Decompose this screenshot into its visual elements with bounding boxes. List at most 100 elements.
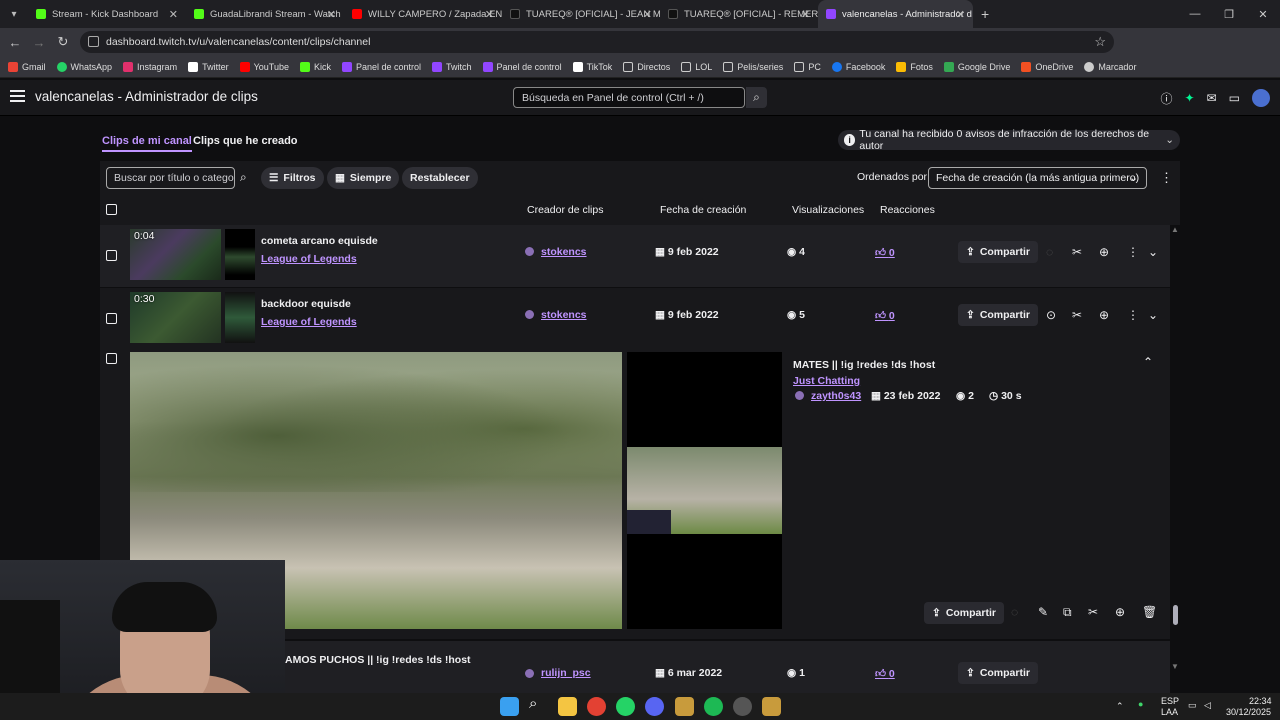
clock-date[interactable]: 30/12/2025 bbox=[1226, 707, 1271, 717]
start-icon[interactable] bbox=[500, 697, 519, 716]
clip-category-link[interactable]: Just Chatting bbox=[793, 375, 860, 387]
reset-button[interactable]: Restablecer bbox=[402, 167, 478, 189]
clip-reactions[interactable]: 👍︎ 0 bbox=[875, 309, 895, 322]
bookmark-panel-1[interactable]: Panel de control bbox=[341, 61, 421, 72]
column-date[interactable]: Fecha de creación bbox=[660, 204, 746, 216]
clip-reactions[interactable]: 👍︎ 0 bbox=[875, 246, 895, 259]
chevron-up-icon[interactable]: ⌃ bbox=[1143, 355, 1153, 369]
scissors-icon[interactable]: ✂ bbox=[1088, 605, 1098, 619]
date-range-button[interactable]: ▦ Siempre bbox=[327, 167, 400, 189]
tab-tuareq-1[interactable]: TUAREQ® [OFICIAL] - JEAN M ✕ bbox=[502, 0, 660, 28]
table-row[interactable]: 0:04 cometa arcano equisde League of Leg… bbox=[100, 225, 1170, 287]
bookmark-whatsapp[interactable]: WhatsApp bbox=[56, 61, 112, 72]
sort-select[interactable]: Fecha de creación (la más antigua primer… bbox=[928, 167, 1147, 189]
edit-pen-icon[interactable]: ✎ bbox=[1038, 605, 1048, 619]
more-options-icon[interactable]: ⋮ bbox=[1127, 308, 1139, 322]
bookmark-fotos[interactable]: Fotos bbox=[896, 61, 933, 72]
minimize-icon[interactable]: — bbox=[1178, 0, 1212, 28]
search-icon[interactable]: ⌕ bbox=[746, 87, 767, 108]
tab-kick-dashboard[interactable]: Stream - Kick Dashboard ✕ bbox=[28, 0, 186, 28]
bookmark-tiktok[interactable]: TikTok bbox=[572, 61, 612, 72]
clip-reactions[interactable]: 👍︎ 0 bbox=[875, 667, 895, 680]
site-info-icon[interactable] bbox=[88, 36, 99, 47]
bookmark-kick[interactable]: Kick bbox=[299, 61, 331, 72]
share-button[interactable]: ⇪ Compartir bbox=[924, 602, 1004, 624]
scrollbar-thumb[interactable] bbox=[1173, 605, 1178, 625]
url-field[interactable]: dashboard.twitch.tv/u/valencanelas/conte… bbox=[80, 31, 1114, 53]
more-options-icon[interactable]: ⋮ bbox=[1127, 245, 1139, 259]
whatsapp-icon[interactable] bbox=[616, 697, 635, 716]
back-icon[interactable]: ← bbox=[3, 35, 27, 50]
share-button[interactable]: ⇪ Compartir bbox=[958, 241, 1038, 263]
forward-icon[interactable]: → bbox=[27, 35, 51, 50]
search-icon[interactable]: ⌕ bbox=[240, 170, 247, 185]
close-icon[interactable]: ✕ bbox=[643, 8, 652, 21]
filters-button[interactable]: ☰ Filtros bbox=[261, 167, 324, 189]
bookmark-panel-2[interactable]: Panel de control bbox=[482, 61, 562, 72]
mail-icon[interactable]: ✉ bbox=[1207, 91, 1217, 105]
steam-icon[interactable] bbox=[733, 697, 752, 716]
clip-creator-link[interactable]: stokencs bbox=[541, 246, 587, 258]
tab-youtube[interactable]: WILLY CAMPERO / Zapada EN ✕ bbox=[344, 0, 502, 28]
more-options-icon[interactable]: ⋮ bbox=[1160, 170, 1173, 186]
bookmark-folder-directos[interactable]: Directos bbox=[623, 61, 670, 72]
chevron-down-icon[interactable]: ⌄ bbox=[1148, 308, 1158, 322]
clip-thumbnail-vertical[interactable] bbox=[225, 292, 255, 343]
select-all-checkbox[interactable] bbox=[106, 204, 117, 215]
tab-clips-i-created[interactable]: Clips que he creado bbox=[193, 135, 298, 147]
clip-vertical-preview[interactable] bbox=[627, 352, 782, 629]
close-icon[interactable]: ✕ bbox=[485, 8, 494, 21]
add-circle-icon[interactable]: ⊕ bbox=[1115, 605, 1125, 619]
close-icon[interactable]: ✕ bbox=[169, 8, 178, 21]
share-button[interactable]: ⇪ Compartir bbox=[958, 304, 1038, 326]
scissors-icon[interactable]: ✂ bbox=[1072, 308, 1082, 322]
copyright-notice[interactable]: i Tu canal ha recibido 0 avisos de infra… bbox=[838, 128, 1180, 152]
close-icon[interactable]: ✕ bbox=[956, 8, 965, 21]
bookmark-twitch[interactable]: Twitch bbox=[432, 61, 472, 72]
riot-icon[interactable] bbox=[762, 697, 781, 716]
reload-icon[interactable]: ↻ bbox=[51, 34, 75, 50]
bookmark-instagram[interactable]: Instagram bbox=[123, 61, 177, 72]
tab-twitch-clips[interactable]: valencanelas - Administrador d ✕ bbox=[818, 0, 973, 28]
volume-icon[interactable]: ◁ bbox=[1204, 700, 1211, 711]
column-creator[interactable]: Creador de clips bbox=[527, 204, 603, 216]
mic-icon[interactable]: ● bbox=[1138, 699, 1143, 709]
tab-my-channel-clips[interactable]: Clips de mi canal bbox=[102, 135, 192, 152]
league-icon[interactable] bbox=[675, 697, 694, 716]
row-checkbox[interactable] bbox=[106, 250, 117, 261]
bookmark-folder-pc[interactable]: PC bbox=[794, 61, 821, 72]
tab-tuareq-2[interactable]: TUAREQ® [OFICIAL] - REMERA ✕ bbox=[660, 0, 818, 28]
trash-icon[interactable]: 🗑︎ bbox=[1142, 605, 1157, 619]
close-icon[interactable]: ✕ bbox=[327, 8, 336, 21]
scissors-icon[interactable]: ✂ bbox=[1072, 245, 1082, 259]
language-indicator[interactable]: ESP bbox=[1161, 696, 1179, 706]
add-circle-icon[interactable]: ⊕ bbox=[1099, 245, 1109, 259]
discord-icon[interactable] bbox=[645, 697, 664, 716]
crosshair-icon[interactable]: ⊙ bbox=[1046, 308, 1056, 322]
clip-category-link[interactable]: League of Legends bbox=[261, 253, 357, 265]
bookmark-youtube[interactable]: YouTube bbox=[239, 61, 289, 72]
column-views[interactable]: Visualizaciones bbox=[792, 204, 864, 216]
new-tab-icon[interactable]: + bbox=[981, 6, 989, 22]
close-icon[interactable]: ✕ bbox=[801, 8, 810, 21]
clip-thumbnail-vertical[interactable] bbox=[225, 229, 255, 280]
row-checkbox[interactable] bbox=[106, 313, 117, 324]
bookmark-twitter[interactable]: Twitter bbox=[188, 61, 229, 72]
row-checkbox[interactable] bbox=[106, 353, 117, 364]
scroll-up-icon[interactable]: ▲ bbox=[1171, 225, 1179, 234]
restore-icon[interactable]: ❐ bbox=[1212, 0, 1246, 28]
bookmark-gmail[interactable]: Gmail bbox=[8, 61, 46, 72]
clip-creator-link[interactable]: zayth0s43 bbox=[811, 390, 861, 402]
bookmark-folder-pelis[interactable]: Pelis/series bbox=[723, 61, 783, 72]
close-window-icon[interactable]: ✕ bbox=[1246, 0, 1280, 28]
tab-kick-watch[interactable]: GuadaLibrandi Stream - Watch ✕ bbox=[186, 0, 344, 28]
add-circle-icon[interactable]: ⊕ bbox=[1099, 308, 1109, 322]
table-row[interactable]: 0:30 backdoor equisde League of Legends … bbox=[100, 288, 1170, 350]
bookmark-onedrive[interactable]: OneDrive bbox=[1021, 61, 1073, 72]
spotify-icon[interactable] bbox=[704, 697, 723, 716]
clock-time[interactable]: 22:34 bbox=[1249, 696, 1272, 706]
chevron-down-icon[interactable]: ⌄ bbox=[1148, 245, 1158, 259]
scroll-down-icon[interactable]: ▼ bbox=[1171, 662, 1179, 671]
clip-category-link[interactable]: League of Legends bbox=[261, 316, 357, 328]
external-link-icon[interactable]: ⧉ bbox=[1063, 605, 1072, 620]
